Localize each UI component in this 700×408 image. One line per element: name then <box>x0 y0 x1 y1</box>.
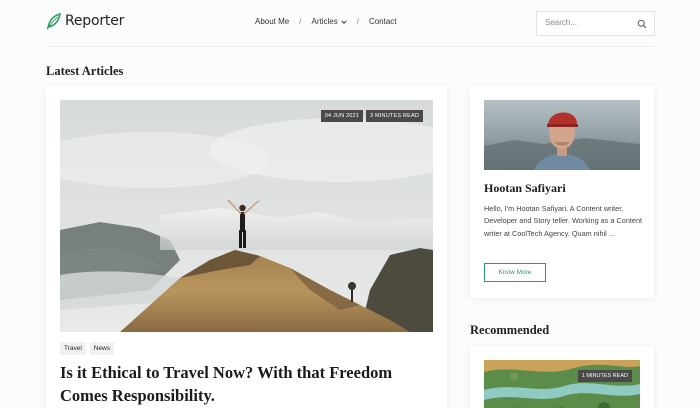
article-title[interactable]: Is it Ethical to Travel Now? With that F… <box>60 361 430 407</box>
author-bio: Hello, I'm Hootan Safiyari. A Content wr… <box>484 204 643 238</box>
author-card: Hootan Safiyari Hello, I'm Hootan Safiya… <box>470 86 654 298</box>
article-readtime-badge: 3 MINUTES READ <box>366 110 423 122</box>
search-box <box>536 11 655 36</box>
article-meta-badges: 04 JUN 2021 3 MINUTES READ <box>320 110 423 122</box>
tag-news[interactable]: News <box>89 342 115 355</box>
tag-travel[interactable]: Travel <box>60 342 86 355</box>
know-more-button[interactable]: Know More <box>484 263 546 282</box>
site-header: Reporter About Me / Articles / Contact <box>46 0 655 47</box>
nav-item-about[interactable]: About Me <box>255 17 289 26</box>
search-icon[interactable] <box>637 19 647 29</box>
nav-item-articles[interactable]: Articles <box>311 17 347 26</box>
recommended-readtime-badge: 1 MINUTES READ <box>577 370 632 382</box>
nav-separator: / <box>356 17 359 26</box>
logo[interactable]: Reporter <box>46 12 124 30</box>
article-date-badge: 04 JUN 2021 <box>320 110 364 122</box>
main-nav: About Me / Articles / Contact <box>255 17 397 26</box>
nav-item-contact[interactable]: Contact <box>369 17 397 26</box>
recommended-image[interactable]: 1 MINUTES READ <box>484 360 640 408</box>
chevron-down-icon <box>341 19 347 24</box>
river-landscape-image <box>484 360 640 408</box>
latest-articles-heading: Latest Articles <box>46 64 124 78</box>
nav-item-articles-label: Articles <box>311 17 338 26</box>
recommended-card[interactable]: 1 MINUTES READ <box>470 346 654 408</box>
recommended-heading: Recommended <box>470 323 550 337</box>
author-portrait-image <box>484 100 640 170</box>
mountain-landscape-image <box>60 100 433 332</box>
featured-article-card[interactable]: 04 JUN 2021 3 MINUTES READ Travel News I… <box>46 86 447 408</box>
author-photo <box>484 100 640 170</box>
nav-separator: / <box>299 17 302 26</box>
brand-name: Reporter <box>65 13 125 29</box>
author-name: Hootan Safiyari <box>484 181 566 195</box>
article-tags: Travel News <box>60 342 115 355</box>
leaf-icon <box>46 12 61 30</box>
article-hero-image[interactable]: 04 JUN 2021 3 MINUTES READ <box>60 100 433 332</box>
search-input[interactable] <box>545 18 633 27</box>
